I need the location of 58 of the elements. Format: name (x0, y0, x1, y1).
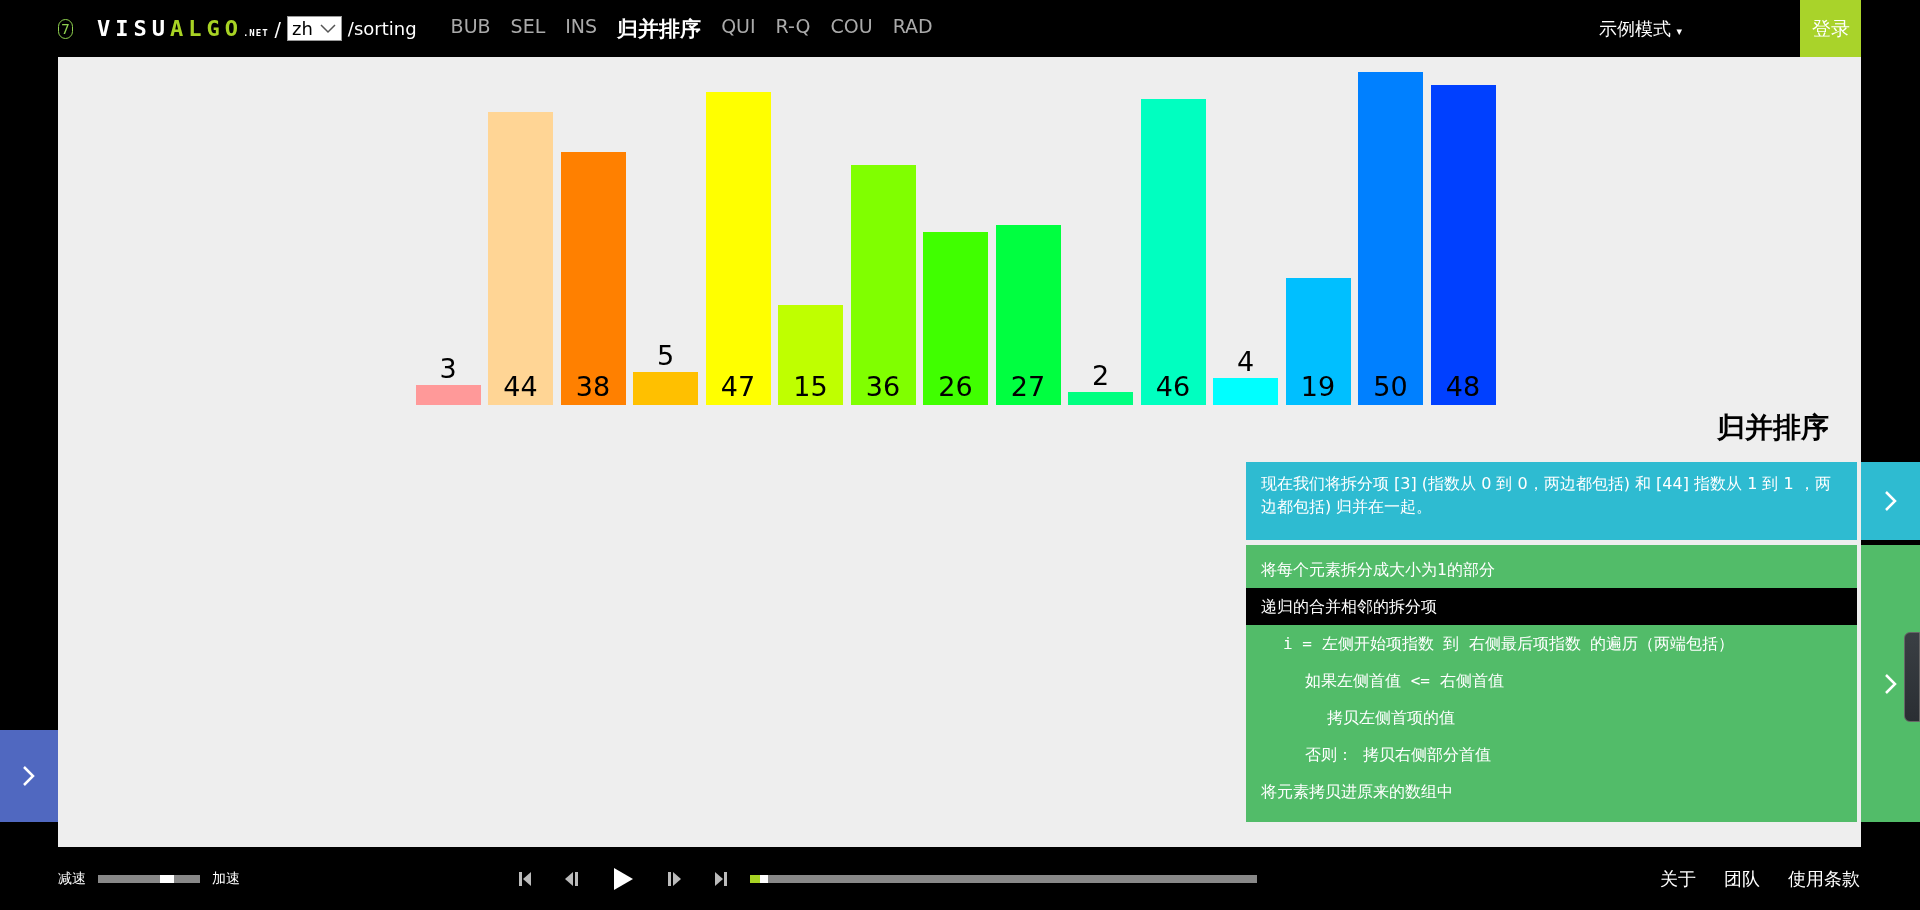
chevron-right-icon (22, 765, 36, 787)
logo[interactable]: VISU ALGO.NET (96, 16, 269, 41)
step-back-icon[interactable] (564, 870, 580, 887)
mode-menu[interactable]: 示例模式 ▾ (1598, 16, 1682, 41)
play-icon[interactable] (612, 866, 634, 891)
bar-value: 48 (1445, 371, 1481, 403)
footer-link[interactable]: 使用条款 (1788, 866, 1860, 891)
side-panel-toggle[interactable] (0, 730, 58, 822)
language-select[interactable]: zh (287, 16, 342, 41)
nav-tab[interactable]: SEL (510, 14, 546, 43)
nav-tab[interactable]: COU (830, 14, 873, 43)
nav-tab[interactable]: BUB (450, 14, 491, 43)
nav-tab[interactable]: QUI (721, 14, 756, 43)
code-line: 将元素拷贝进原来的数组中 (1260, 781, 1454, 803)
bar-value: 4 (1236, 346, 1255, 379)
code-panel-toggle[interactable] (1861, 545, 1920, 822)
bar-value: 38 (575, 371, 611, 403)
progress-thumb[interactable] (760, 874, 769, 883)
slower-label: 减速 (58, 869, 86, 888)
chevron-down-icon (318, 23, 337, 34)
chevron-right-icon (1883, 490, 1898, 512)
footer-link[interactable]: 关于 (1660, 866, 1696, 891)
code-line: 如果左侧首值 <= 右侧首值 (1304, 670, 1505, 692)
nav-tab[interactable]: INS (565, 14, 598, 43)
footer-link[interactable]: 团队 (1724, 866, 1760, 891)
progress-bar[interactable] (750, 874, 1257, 883)
code-line: 拷贝左侧首项的值 (1326, 707, 1456, 729)
bar-value: 19 (1300, 371, 1336, 403)
nav-tab[interactable]: RAD (892, 14, 933, 43)
algorithm-title: 归并排序 (1717, 410, 1830, 446)
nav-tab[interactable]: 归并排序 (617, 14, 702, 43)
bar-value: 15 (793, 371, 828, 403)
bar-value: 26 (938, 371, 973, 403)
bar-value: 47 (720, 371, 756, 403)
skip-to-start-icon[interactable] (518, 870, 532, 887)
status-panel-toggle[interactable] (1861, 462, 1920, 540)
bar-value: 3 (439, 353, 457, 386)
chevron-right-icon (1883, 672, 1898, 695)
code-line: 将每个元素拆分成大小为1的部分 (1260, 559, 1496, 581)
bar-value: 50 (1373, 371, 1408, 403)
bar-value: 27 (1010, 371, 1046, 403)
slider-thumb[interactable] (160, 874, 175, 883)
nav-tab[interactable]: R-Q (775, 14, 811, 43)
bar-value: 5 (656, 339, 675, 372)
skip-to-end-icon[interactable] (714, 870, 728, 887)
bar-value: 2 (1091, 359, 1110, 392)
bar-value: 46 (1155, 371, 1191, 403)
path-separator: / (274, 17, 281, 40)
bar-value: 36 (865, 371, 901, 403)
bar-value: 44 (503, 371, 538, 403)
side-handle[interactable] (1904, 632, 1920, 722)
page-path: /sorting (347, 18, 417, 39)
speed-slider[interactable] (98, 874, 200, 883)
code-line: i = 左侧开始项指数 到 右侧最后项指数 的遍历（两端包括） (1282, 633, 1736, 655)
step-forward-icon[interactable] (666, 870, 682, 887)
code-line: 否则： 拷贝右侧部分首值 (1304, 744, 1492, 766)
status-description: 现在我们将拆分项 [3] (指数从 0 到 0，两边都包括) 和 [44] 指数从 1 到 1 ，两边都包括) 归并在一起。 (1246, 462, 1857, 540)
faster-label: 加速 (212, 869, 240, 888)
